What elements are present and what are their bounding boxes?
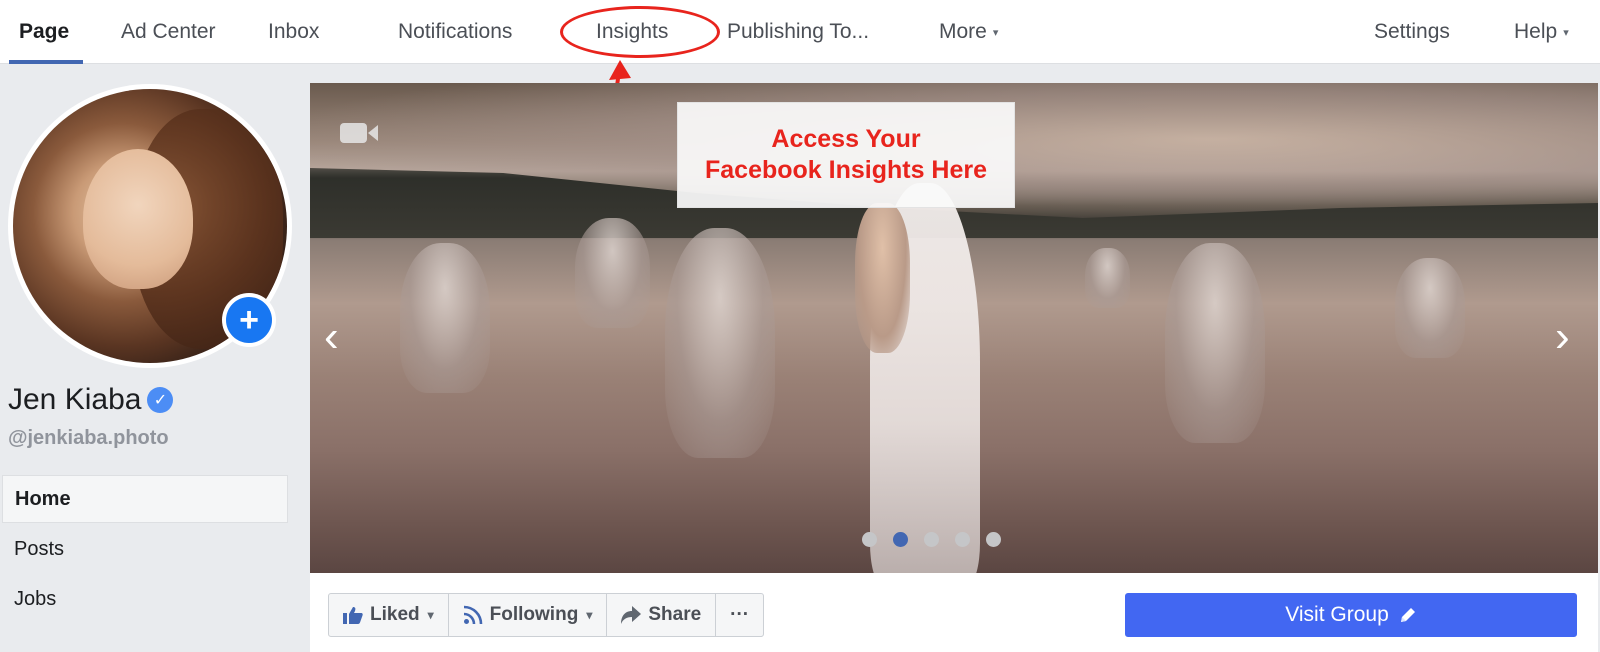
sidebar-item-jobs[interactable]: Jobs: [2, 575, 288, 623]
top-navigation: Page Ad Center Inbox Notifications Insig…: [0, 0, 1600, 64]
chevron-down-icon: ▾: [586, 608, 593, 622]
sidebar-item-home[interactable]: Home: [2, 475, 288, 523]
sidebar-item-posts[interactable]: Posts: [2, 525, 288, 573]
tab-publishing-tools[interactable]: Publishing To...: [727, 0, 869, 64]
tab-more[interactable]: More ▾: [939, 0, 998, 64]
page-name-text: Jen Kiaba: [8, 383, 142, 416]
page-action-buttons: Liked ▾ Following ▾ Share ···: [328, 593, 765, 637]
chevron-down-icon: ▾: [1563, 26, 1569, 39]
cover-slide-dot[interactable]: [893, 532, 908, 547]
insights-highlight-ellipse: [560, 6, 720, 58]
cover-slide-dots: [862, 532, 1017, 547]
tab-more-label: More: [939, 20, 987, 43]
insights-callout: Access Your Facebook Insights Here: [677, 102, 1015, 208]
active-tab-indicator: [9, 60, 83, 64]
cover-slide-dot[interactable]: [924, 532, 939, 547]
veiled-figure: [665, 228, 775, 458]
verified-badge-icon: ✓: [147, 387, 174, 413]
page-title: Jen Kiaba ✓: [8, 383, 174, 417]
chevron-down-icon: ▾: [427, 608, 434, 622]
page-action-bar: Liked ▾ Following ▾ Share ··· Visit Grou…: [310, 573, 1598, 652]
ellipsis-icon: ···: [730, 604, 750, 625]
callout-line-1: Access Your: [771, 125, 921, 153]
tab-ad-center[interactable]: Ad Center: [121, 0, 216, 64]
page-username[interactable]: @jenkiaba.photo: [8, 427, 169, 450]
veiled-figure: [1395, 258, 1465, 358]
chevron-down-icon: ▾: [992, 26, 999, 39]
video-camera-icon: [340, 123, 378, 143]
tab-settings[interactable]: Settings: [1374, 0, 1450, 64]
tab-inbox[interactable]: Inbox: [268, 0, 319, 64]
callout-line-2: Facebook Insights Here: [704, 156, 988, 184]
chevron-right-icon[interactable]: ›: [1555, 315, 1570, 359]
sidebar-nav: Home Posts Jobs: [2, 475, 288, 625]
more-options-button[interactable]: ···: [716, 594, 763, 636]
veiled-figure: [400, 243, 490, 393]
profile-photo-face: [83, 149, 193, 289]
veiled-figure: [1165, 243, 1265, 443]
plus-icon: +: [226, 297, 272, 343]
thumbs-up-icon: [343, 607, 363, 624]
share-label: Share: [648, 604, 702, 625]
cover-slide-dot[interactable]: [986, 532, 1001, 547]
tab-notifications[interactable]: Notifications: [398, 0, 512, 64]
add-profile-photo-button[interactable]: +: [222, 293, 276, 347]
cover-slide-dot[interactable]: [862, 532, 877, 547]
share-button[interactable]: Share: [607, 594, 717, 636]
chevron-left-icon[interactable]: ‹: [324, 315, 339, 359]
cover-slide-dot[interactable]: [955, 532, 970, 547]
liked-button[interactable]: Liked ▾: [329, 594, 449, 636]
veiled-figure: [575, 218, 650, 328]
visit-group-button[interactable]: Visit Group: [1125, 593, 1577, 637]
liked-label: Liked: [370, 604, 420, 625]
tab-help[interactable]: Help ▾: [1514, 0, 1569, 64]
child-figure: [855, 203, 910, 353]
veiled-figure: [1085, 248, 1130, 308]
tab-help-label: Help: [1514, 20, 1558, 43]
following-label: Following: [489, 604, 579, 625]
following-button[interactable]: Following ▾: [449, 594, 608, 636]
pencil-icon: [1400, 608, 1415, 622]
tab-page[interactable]: Page: [19, 0, 69, 64]
page-sidebar: + Jen Kiaba ✓ @jenkiaba.photo Home Posts…: [0, 65, 300, 652]
share-arrow-icon: [621, 606, 642, 624]
rss-feed-icon: [463, 605, 482, 625]
visit-group-label: Visit Group: [1285, 603, 1389, 626]
